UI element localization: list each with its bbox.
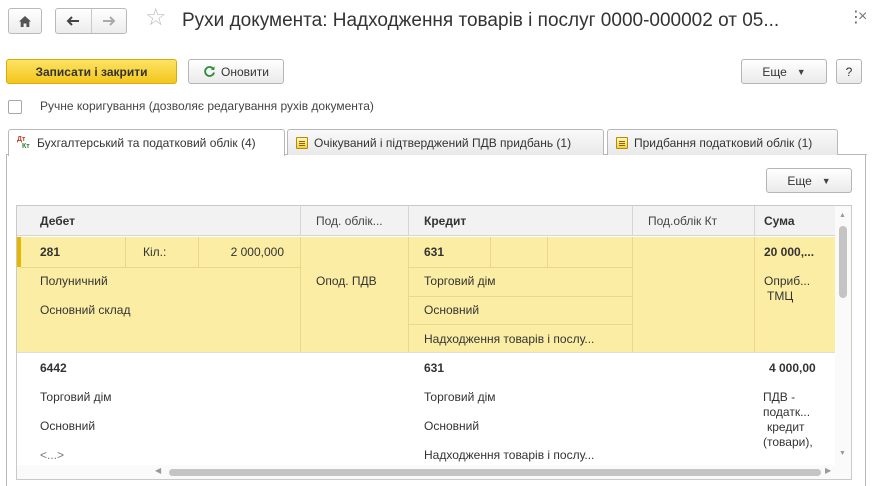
forward-button[interactable] [91, 9, 126, 33]
content-line-2: ТМЦ [767, 289, 794, 303]
grid-more-menu-button[interactable]: Еще ▼ [766, 168, 852, 193]
help-button[interactable]: ? [836, 59, 862, 84]
debit-subconto-2[interactable]: Основний склад [40, 303, 130, 317]
scroll-left-icon[interactable]: ◀ [155, 466, 161, 475]
scroll-down-icon[interactable]: ▼ [839, 450, 846, 457]
credit-subconto-3[interactable]: Надходження товарів і послу... [424, 332, 594, 346]
quantity-value[interactable]: 2 000,000 [198, 245, 284, 259]
debit-subconto-1[interactable]: Полуничний [40, 274, 108, 288]
scroll-up-icon[interactable]: ▲ [839, 212, 846, 219]
debit-account[interactable]: 6442 [40, 361, 67, 375]
refresh-button[interactable]: Оновити [188, 59, 284, 84]
sum-value[interactable]: 4 000,00 [769, 361, 816, 375]
tab-vat-expected[interactable]: Очікуваний і підтверджений ПДВ придбань … [287, 129, 604, 155]
current-row-marker [17, 237, 21, 267]
more-menu-label: Еще [762, 64, 787, 79]
navigation-buttons [55, 8, 127, 34]
tab-accounting-label: Бухгалтерський та податковий облік (4) [37, 136, 256, 150]
save-and-close-button[interactable]: Записати і закрити [6, 59, 177, 84]
content-line-1: ПДВ - [763, 390, 796, 404]
dt-kt-icon: Дт Кт [17, 136, 30, 150]
credit-subconto-3[interactable]: Надходження товарів і послу... [424, 448, 594, 462]
close-icon[interactable]: × [858, 8, 867, 26]
column-header-credit[interactable]: Кредит [409, 206, 632, 236]
vertical-scroll-thumb[interactable] [839, 226, 847, 298]
tab-purchase-tax[interactable]: Придбання податковий облік (1) [607, 129, 838, 155]
column-header-debit-tax[interactable]: Под. облік... [301, 206, 408, 236]
debit-tax-type[interactable]: Опод. ПДВ [316, 274, 377, 288]
content-line-2: податк... [763, 405, 811, 419]
tab-accounting[interactable]: Дт Кт Бухгалтерський та податковий облік … [8, 129, 285, 156]
refresh-label: Оновити [221, 64, 269, 79]
chevron-down-icon: ▼ [821, 175, 831, 186]
home-icon [19, 15, 31, 27]
postings-table[interactable]: Дебет Под. облік... Кредит Под.облік Кт … [16, 205, 852, 480]
register-icon [616, 136, 628, 149]
arrow-left-icon [66, 16, 80, 26]
vertical-scrollbar[interactable]: ▲ ▼ [835, 206, 851, 479]
debit-subconto-2[interactable]: Основний [40, 419, 95, 433]
credit-subconto-1[interactable]: Торговий дім [424, 274, 496, 288]
manual-edit-label: Ручне коригування (дозволяє редагування … [40, 99, 374, 113]
favorite-star-icon[interactable]: ☆ [145, 6, 167, 30]
column-header-debit[interactable]: Дебет [17, 206, 300, 236]
register-icon [296, 136, 308, 149]
refresh-icon [204, 66, 215, 77]
content-line-4: (товари), [763, 435, 813, 449]
content-line-1: Оприб... [764, 274, 811, 288]
more-menu-button[interactable]: Еще ▼ [741, 59, 827, 84]
debit-subconto-1[interactable]: Торговий дім [40, 390, 112, 404]
back-button[interactable] [56, 9, 91, 33]
debit-subconto-3[interactable]: <...> [40, 448, 64, 462]
tab-purchase-tax-label: Придбання податковий облік (1) [634, 135, 813, 150]
credit-account[interactable]: 631 [424, 361, 444, 375]
column-header-credit-tax[interactable]: Под.облік Кт [633, 206, 754, 236]
scroll-right-icon[interactable]: ▶ [825, 466, 831, 475]
chevron-down-icon: ▼ [796, 66, 806, 77]
debit-account[interactable]: 281 [40, 245, 60, 259]
home-button[interactable] [8, 8, 42, 34]
credit-account[interactable]: 631 [424, 245, 444, 259]
credit-subconto-2[interactable]: Основний [424, 303, 479, 317]
credit-subconto-1[interactable]: Торговий дім [424, 390, 496, 404]
horizontal-scrollbar[interactable]: ◀ ▶ [17, 465, 836, 479]
grid-more-menu-label: Еще [787, 173, 812, 188]
credit-subconto-2[interactable]: Основний [424, 419, 479, 433]
tab-vat-expected-label: Очікуваний і підтверджений ПДВ придбань … [314, 135, 572, 150]
arrow-right-icon [102, 16, 116, 26]
horizontal-scroll-thumb[interactable] [169, 469, 821, 476]
sum-value[interactable]: 20 000,... [764, 245, 814, 259]
content-line-3: кредит [767, 420, 805, 434]
window-title: Рухи документа: Надходження товарів і по… [182, 10, 780, 31]
manual-edit-checkbox[interactable] [8, 100, 22, 114]
quantity-label: Кіл.: [143, 245, 167, 259]
